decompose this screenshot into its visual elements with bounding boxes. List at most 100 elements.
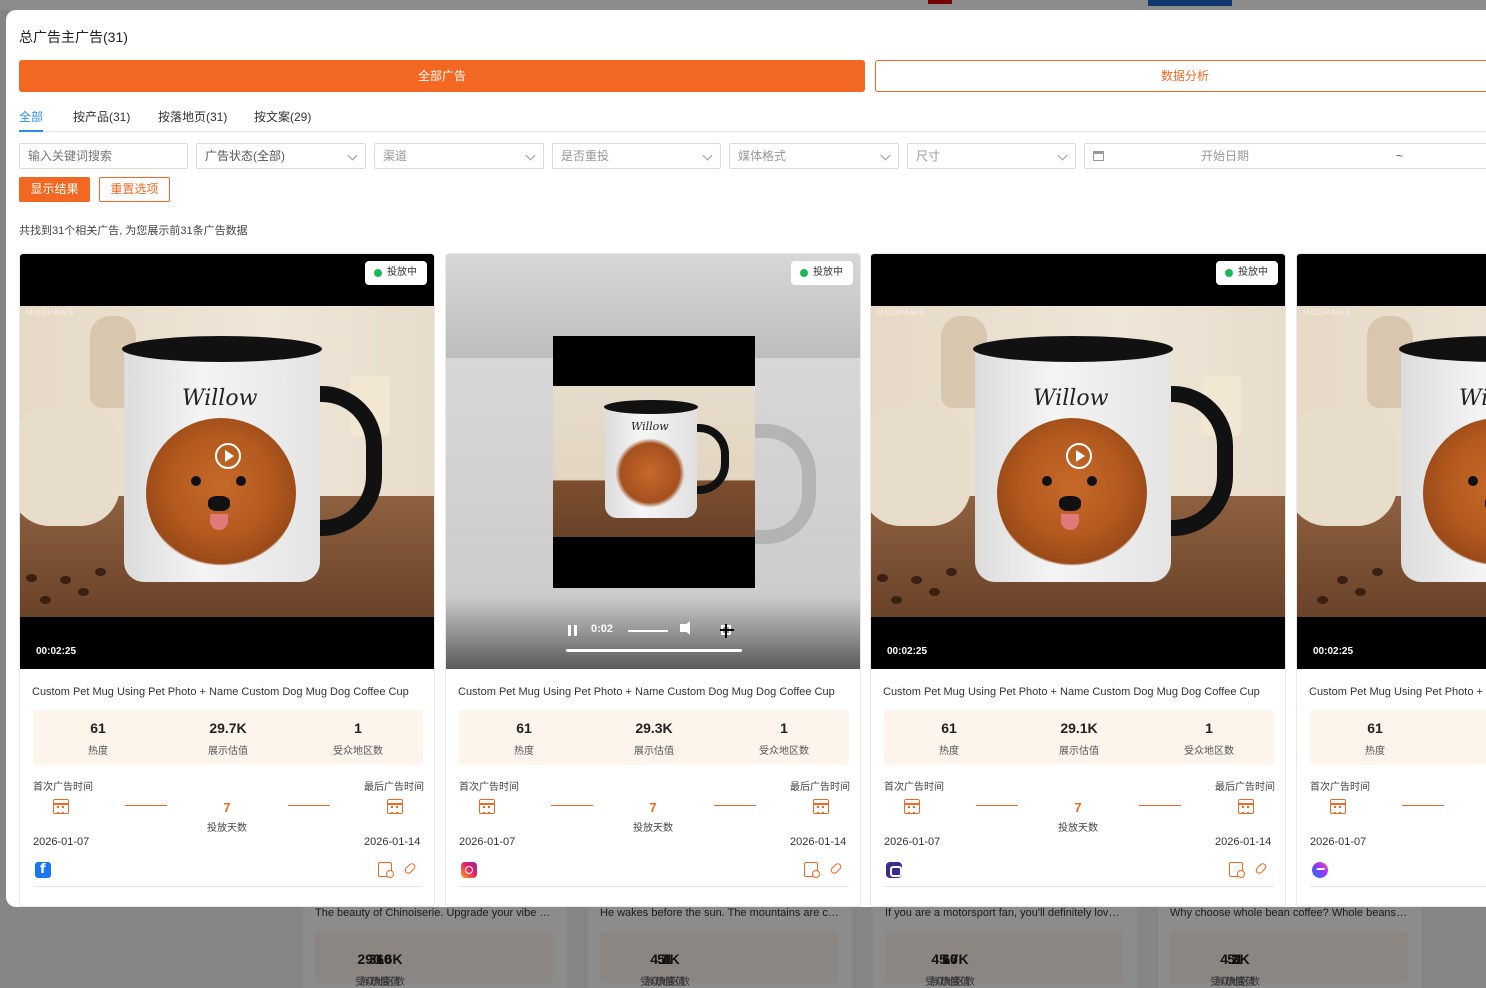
- calendar-icon: [813, 799, 829, 814]
- heat-label: 热度: [88, 746, 108, 757]
- ad-card[interactable]: Willow MODPAWS 00:02:25 投放中 Custom Pet M…: [19, 253, 435, 907]
- regions-label: 受众地区数: [1184, 746, 1234, 757]
- chevron-down-icon: [347, 150, 358, 161]
- ad-detail-icon[interactable]: [378, 862, 394, 878]
- last-time-label: 最后广告时间: [364, 782, 424, 793]
- status-text: 投放中: [813, 267, 843, 278]
- ad-description: Custom Pet Mug Using Pet Photo + Name Cu…: [883, 686, 1260, 698]
- mug-name-text: Willow: [182, 386, 258, 411]
- ad-stats: 61 热度: [1310, 710, 1486, 765]
- heat-value: 61: [941, 720, 957, 736]
- first-date: 2026-01-07: [459, 836, 516, 848]
- ad-stats: 61 热度 29.7K 展示估值 1 受众地区数: [33, 710, 423, 765]
- ad-video[interactable]: Willow 0:02 投放中: [446, 254, 860, 669]
- video-duration: 00:02:25: [1313, 646, 1354, 657]
- ad-card[interactable]: Willow 0:02 投放中 Custom Pet Mug Using Pet…: [445, 253, 861, 907]
- advertiser-ads-modal: 总广告主广告(31) 全部广告 数据分析 全部 按产品(31) 按落地页(31)…: [6, 10, 1486, 907]
- group-tabs: 全部 按产品(31) 按落地页(31) 按文案(29): [19, 108, 1486, 132]
- date-separator: ~: [1396, 149, 1404, 163]
- media-format-select[interactable]: 媒体格式: [729, 143, 899, 169]
- mug-name-text: Willow: [1033, 386, 1109, 411]
- calendar-icon: [1093, 151, 1104, 161]
- days-label: 投放天数: [1058, 823, 1098, 834]
- facebook-icon: [35, 862, 51, 878]
- days-value: 7: [1074, 800, 1082, 815]
- ad-stats: 61 热度 29.1K 展示估值 1 受众地区数: [884, 710, 1274, 765]
- instagram-icon: [461, 862, 477, 878]
- calendar-icon: [904, 799, 920, 814]
- heat-label: 热度: [514, 746, 534, 757]
- date-range-picker[interactable]: 开始日期 ~: [1084, 143, 1486, 169]
- all-ads-button[interactable]: 全部广告: [19, 60, 865, 92]
- impressions-value: 29.7K: [209, 720, 247, 736]
- first-date: 2026-01-07: [884, 836, 941, 848]
- first-time-label: 首次广告时间: [459, 782, 519, 793]
- ad-description: Custom Pet Mug Using Pet Photo + Name Cu…: [458, 686, 835, 698]
- ad-media[interactable]: Willow MODPAWS 00:02:25 投放中: [20, 254, 434, 669]
- ad-media[interactable]: Willow MODPAWS 00:02:25 投放中: [871, 254, 1285, 669]
- last-time-label: 最后广告时间: [1215, 782, 1275, 793]
- ad-card[interactable]: Wi MODPAWS 00:02:25 Custom Pet Mug Using…: [1296, 253, 1486, 907]
- days-label: 投放天数: [633, 823, 673, 834]
- ad-status-select[interactable]: 广告状态(全部): [196, 143, 366, 169]
- result-count-text: 共找到31个相关广告, 为您展示前31条广告数据: [19, 225, 248, 237]
- status-dot-icon: [374, 269, 382, 277]
- fullscreen-icon[interactable]: [720, 624, 734, 638]
- tab-by-copy[interactable]: 按文案(29): [254, 108, 311, 132]
- ad-media[interactable]: Wi MODPAWS 00:02:25: [1297, 254, 1486, 669]
- image-watermark: MODPAWS: [1303, 308, 1352, 317]
- messenger-icon: [1312, 862, 1328, 878]
- calendar-icon: [53, 799, 69, 814]
- data-analysis-button[interactable]: 数据分析: [875, 60, 1486, 92]
- video-current-time: 0:02: [591, 623, 614, 635]
- tab-all[interactable]: 全部: [19, 108, 44, 132]
- tab-by-product[interactable]: 按产品(31): [73, 108, 130, 132]
- video-duration: 00:02:25: [36, 646, 77, 657]
- tab-by-landing-page[interactable]: 按落地页(31): [158, 108, 227, 132]
- mug-name-text: Willow: [631, 420, 669, 433]
- ad-detail-icon[interactable]: [1229, 862, 1245, 878]
- days-value: 7: [649, 800, 657, 815]
- link-icon[interactable]: [403, 861, 417, 876]
- video-progress-bar[interactable]: [566, 649, 742, 652]
- start-date-placeholder: 开始日期: [1201, 149, 1250, 163]
- image-watermark: MODPAWS: [877, 308, 926, 317]
- link-icon[interactable]: [829, 861, 843, 876]
- impressions-value: 29.3K: [635, 720, 673, 736]
- impressions-label: 展示估值: [208, 746, 248, 757]
- show-results-button[interactable]: 显示结果: [19, 177, 90, 202]
- ad-card[interactable]: Willow MODPAWS 00:02:25 投放中 Custom Pet M…: [870, 253, 1286, 907]
- first-time-label: 首次广告时间: [1310, 782, 1370, 793]
- channel-select[interactable]: 渠道: [374, 143, 544, 169]
- size-select[interactable]: 尺寸: [907, 143, 1076, 169]
- volume-icon[interactable]: [680, 621, 690, 635]
- impressions-value: 29.1K: [1060, 720, 1098, 736]
- pause-icon[interactable]: [568, 625, 577, 636]
- last-date: 2026-01-14: [790, 836, 847, 848]
- keyword-search-input[interactable]: [19, 143, 188, 169]
- impressions-label: 展示估值: [634, 746, 674, 757]
- image-watermark: MODPAWS: [26, 308, 75, 317]
- heat-label: 热度: [1365, 746, 1385, 757]
- ad-detail-icon[interactable]: [804, 862, 820, 878]
- last-date: 2026-01-14: [364, 836, 421, 848]
- chevron-down-icon: [525, 150, 536, 161]
- retargeting-select[interactable]: 是否重投: [552, 143, 721, 169]
- heat-label: 热度: [939, 746, 959, 757]
- calendar-icon: [1330, 799, 1346, 814]
- size-placeholder: 尺寸: [916, 149, 941, 163]
- media-format-placeholder: 媒体格式: [738, 149, 787, 163]
- volume-slider[interactable]: [628, 630, 668, 632]
- regions-value: 1: [354, 720, 362, 736]
- link-icon[interactable]: [1254, 861, 1268, 876]
- first-date: 2026-01-07: [33, 836, 90, 848]
- chevron-down-icon: [880, 150, 891, 161]
- play-icon[interactable]: [1066, 443, 1092, 469]
- regions-value: 1: [1205, 720, 1213, 736]
- video-frame: Willow: [553, 336, 755, 588]
- first-time-label: 首次广告时间: [884, 782, 944, 793]
- reset-options-button[interactable]: 重置选项: [99, 177, 170, 202]
- heat-value: 61: [516, 720, 532, 736]
- calendar-icon: [1238, 799, 1254, 814]
- play-icon[interactable]: [215, 443, 241, 469]
